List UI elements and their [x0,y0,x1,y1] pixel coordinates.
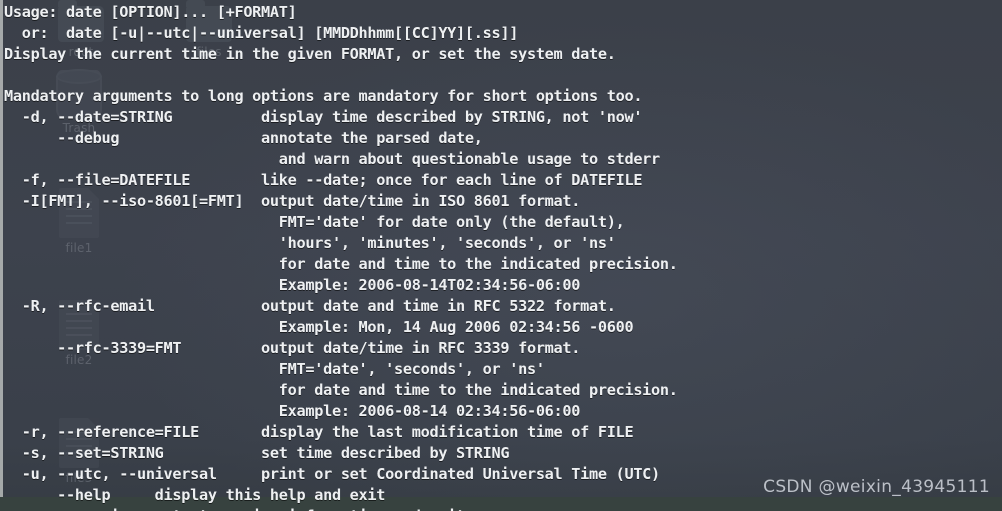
terminal-line: -R, --rfc-email output date and time in … [4,297,616,315]
terminal-line: -d, --date=STRING display time described… [4,108,643,126]
terminal-line: --debug annotate the parsed date, [4,129,483,147]
terminal-line: and warn about questionable usage to std… [4,150,660,168]
left-edge-strip [0,0,3,511]
terminal-line: Display the current time in the given FO… [4,45,616,63]
terminal-line: Example: 2006-08-14T02:34:56-06:00 [4,276,581,294]
terminal-line: or: date [-u|--utc|--universal] [MMDDhhm… [4,24,519,42]
terminal-line: FMT='date', 'seconds', or 'ns' [4,360,545,378]
terminal-line: Example: 2006-08-14 02:34:56-06:00 [4,402,581,420]
screen: root files Trash file1 file2 file3 Usage… [0,0,1002,511]
terminal-line: -I[FMT], --iso-8601[=FMT] output date/ti… [4,192,581,210]
terminal-line: -f, --file=DATEFILE like --date; once fo… [4,171,643,189]
terminal-line: 'hours', 'minutes', 'seconds', or 'ns' [4,234,616,252]
terminal-line: Usage: date [OPTION]... [+FORMAT] [4,3,297,21]
terminal-line: for date and time to the indicated preci… [4,255,678,273]
terminal-line: --rfc-3339=FMT output date/time in RFC 3… [4,339,581,357]
terminal-line: Example: Mon, 14 Aug 2006 02:34:56 -0600 [4,318,634,336]
terminal-line: --version output version information and… [4,506,998,511]
terminal-line: -s, --set=STRING set time described by S… [4,444,510,462]
terminal-line: for date and time to the indicated preci… [4,381,678,399]
watermark: CSDN @weixin_43945111 [763,477,990,497]
terminal-line: -r, --reference=FILE display the last mo… [4,423,634,441]
terminal-output: Usage: date [OPTION]... [+FORMAT] or: da… [4,2,998,511]
terminal-line: FMT='date' for date only (the default), [4,213,625,231]
terminal-line: Mandatory arguments to long options are … [4,87,643,105]
